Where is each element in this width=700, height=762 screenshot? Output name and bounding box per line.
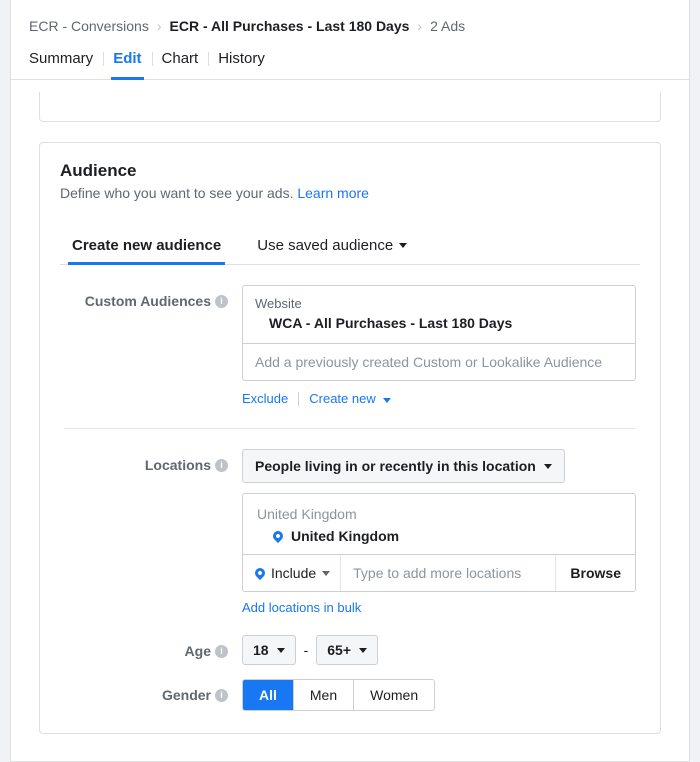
age-max-value: 65+	[327, 642, 351, 658]
age-separator: -	[304, 642, 309, 658]
tab-use-saved-audience[interactable]: Use saved audience	[253, 229, 411, 264]
chevron-right-icon: ›	[417, 18, 422, 34]
gender-men-button[interactable]: Men	[294, 680, 354, 710]
age-label-text: Age	[185, 643, 211, 659]
create-new-label: Create new	[309, 391, 375, 406]
info-icon[interactable]: i	[215, 645, 228, 658]
include-label: Include	[271, 565, 316, 581]
gender-all-button[interactable]: All	[243, 680, 294, 710]
audience-subtitle: Define who you want to see your ads. Lea…	[60, 185, 640, 201]
caret-down-icon	[399, 243, 407, 248]
pin-icon	[253, 566, 267, 580]
gender-label: Gender i	[64, 679, 242, 703]
include-toggle[interactable]: Include	[243, 555, 341, 591]
location-item-label: United Kingdom	[291, 528, 399, 544]
caret-down-icon	[322, 571, 330, 576]
location-type-select[interactable]: People living in or recently in this loc…	[242, 449, 565, 483]
tab-history-label: History	[218, 50, 265, 67]
custom-audience-box: Website WCA - All Purchases - Last 180 D…	[242, 285, 636, 381]
ca-category: Website	[255, 296, 623, 311]
info-icon[interactable]: i	[215, 459, 228, 472]
age-min-value: 18	[253, 642, 269, 658]
age-min-select[interactable]: 18	[242, 635, 296, 665]
breadcrumb: ECR - Conversions › ECR - All Purchases …	[11, 0, 689, 50]
info-icon[interactable]: i	[215, 295, 228, 308]
custom-audience-selected[interactable]: Website WCA - All Purchases - Last 180 D…	[243, 286, 635, 343]
custom-audiences-label: Custom Audiences i	[64, 285, 242, 309]
caret-down-icon	[544, 464, 552, 469]
breadcrumb-item-3[interactable]: 2 Ads	[430, 18, 465, 34]
learn-more-link[interactable]: Learn more	[297, 185, 369, 201]
location-group: United Kingdom	[255, 506, 623, 522]
ca-name: WCA - All Purchases - Last 180 Days	[255, 315, 623, 331]
add-locations-bulk-link[interactable]: Add locations in bulk	[242, 600, 636, 615]
custom-audience-input[interactable]: Add a previously created Custom or Looka…	[243, 343, 635, 380]
audience-tabs: Create new audience Use saved audience	[60, 229, 640, 265]
gender-buttons: All Men Women	[242, 679, 435, 711]
tab-edit-label: Edit	[113, 50, 141, 67]
location-item[interactable]: United Kingdom	[255, 528, 623, 544]
caret-down-icon	[277, 648, 285, 653]
tab-history[interactable]: History	[208, 50, 275, 79]
separator	[298, 392, 299, 406]
tab-chart[interactable]: Chart	[152, 50, 209, 79]
tab-saved-label: Use saved audience	[257, 237, 393, 254]
divider	[64, 428, 636, 429]
custom-audiences-label-text: Custom Audiences	[85, 293, 211, 309]
exclude-link[interactable]: Exclude	[242, 391, 288, 406]
breadcrumb-item-1[interactable]: ECR - Conversions	[29, 18, 149, 34]
locations-box: United Kingdom United Kingdom Include	[242, 493, 636, 592]
info-icon[interactable]: i	[215, 689, 228, 702]
browse-button[interactable]: Browse	[555, 555, 635, 591]
gender-women-button[interactable]: Women	[354, 680, 434, 710]
gender-label-text: Gender	[162, 687, 211, 703]
tab-create-new-audience[interactable]: Create new audience	[68, 229, 225, 264]
age-label: Age i	[64, 635, 242, 659]
tab-summary-label: Summary	[29, 50, 93, 67]
audience-title: Audience	[60, 161, 640, 181]
locations-label-text: Locations	[145, 457, 211, 473]
breadcrumb-item-2[interactable]: ECR - All Purchases - Last 180 Days	[170, 18, 410, 34]
chevron-right-icon: ›	[157, 18, 162, 34]
tab-chart-label: Chart	[162, 50, 199, 67]
create-new-link[interactable]: Create new	[309, 391, 391, 406]
location-search-input[interactable]: Type to add more locations	[341, 555, 555, 591]
location-type-text: People living in or recently in this loc…	[255, 458, 536, 474]
main-tabs: Summary Edit Chart History	[11, 50, 689, 80]
tab-edit[interactable]: Edit	[103, 50, 151, 79]
locations-label: Locations i	[64, 449, 242, 473]
tab-summary[interactable]: Summary	[29, 50, 103, 79]
prev-card-edge	[39, 92, 661, 122]
audience-subtitle-text: Define who you want to see your ads.	[60, 185, 297, 201]
audience-card: Audience Define who you want to see your…	[39, 142, 661, 734]
caret-down-icon	[359, 648, 367, 653]
pin-icon	[271, 529, 285, 543]
age-max-select[interactable]: 65+	[316, 635, 378, 665]
tab-create-label: Create new audience	[72, 237, 221, 254]
caret-down-icon	[383, 398, 391, 403]
